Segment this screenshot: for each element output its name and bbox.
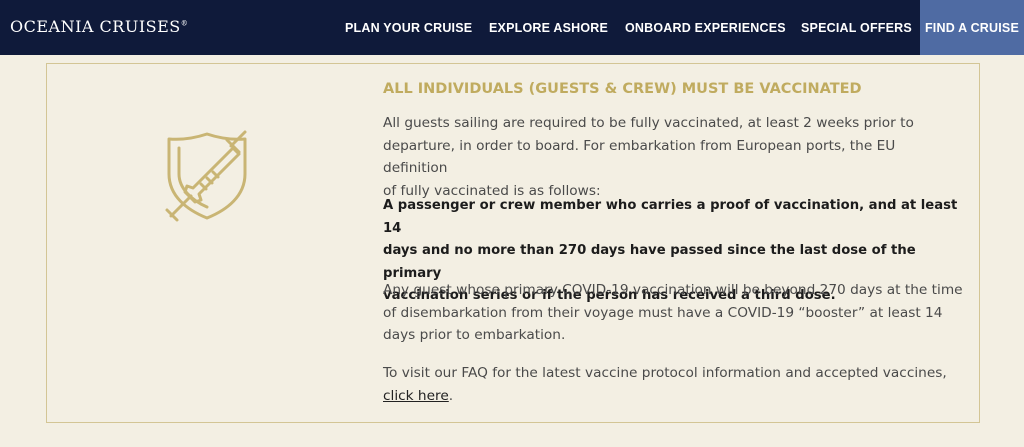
nav-explore-ashore[interactable]: EXPLORE ASHORE — [489, 0, 608, 55]
period-text: . — [448, 387, 454, 404]
text-line: A passenger or crew member who carries a… — [383, 198, 958, 236]
find-a-cruise-button[interactable]: FIND A CRUISE — [920, 0, 1024, 55]
text-line: click here. — [383, 385, 963, 408]
nav-onboard-experiences[interactable]: ONBOARD EXPERIENCES — [625, 0, 786, 55]
text-line: To visit our FAQ for the latest vaccine … — [383, 365, 947, 381]
eligibility-paragraph: All guests sailing are required to be fu… — [383, 112, 963, 202]
faq-click-here-link[interactable]: click here — [383, 388, 449, 404]
text-line: departure, in order to board. For embark… — [383, 137, 896, 177]
text-line: of disembarkation from their voyage must… — [383, 304, 943, 321]
nav-special-offers[interactable]: SPECIAL OFFERS — [801, 0, 912, 55]
logo-text: OCEANIA CRUISES — [10, 17, 181, 36]
text-line: All guests sailing are required to be fu… — [383, 115, 914, 131]
oceania-cruises-logo[interactable]: OCEANIA CRUISES® — [10, 17, 188, 36]
shield-syringe-icon — [157, 126, 257, 226]
text-line: days prior to embarkation. — [383, 327, 566, 343]
top-navigation-bar: OCEANIA CRUISES® PLAN YOUR CRUISE EXPLOR… — [0, 0, 1024, 55]
card-heading: ALL INDIVIDUALS (GUESTS & CREW) MUST BE … — [383, 81, 862, 97]
vaccination-notice-card: ALL INDIVIDUALS (GUESTS & CREW) MUST BE … — [46, 63, 980, 423]
booster-paragraph: Any guest whose primary COVID-19 vaccina… — [383, 279, 963, 347]
faq-paragraph: To visit our FAQ for the latest vaccine … — [383, 362, 963, 407]
logo-registered-mark: ® — [180, 19, 189, 28]
text-line: Any guest whose primary COVID-19 vaccina… — [383, 282, 963, 298]
nav-plan-your-cruise[interactable]: PLAN YOUR CRUISE — [345, 0, 472, 55]
